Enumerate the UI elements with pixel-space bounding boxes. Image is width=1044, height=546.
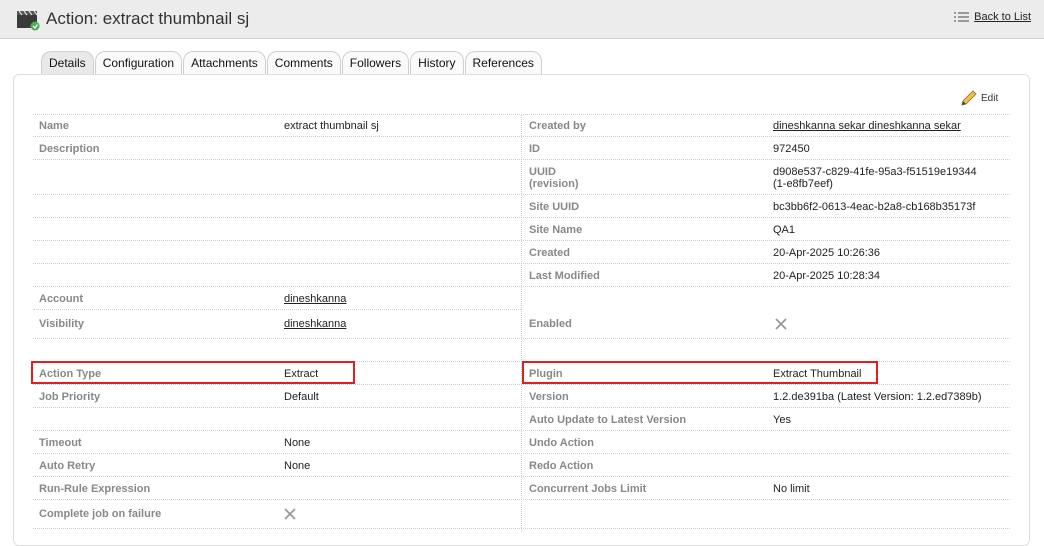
row-separator (33, 528, 1010, 529)
page-title: Action: extract thumbnail sj (46, 9, 250, 28)
auto-retry-value: None (284, 459, 311, 472)
name-label: Name (39, 119, 69, 132)
row-separator (33, 309, 521, 310)
tab-references[interactable]: References (464, 51, 542, 75)
run-rule-expression-label: Run-Rule Expression (39, 482, 151, 495)
concurrent-jobs-limit-value: No limit (773, 482, 810, 495)
undo-action-label: Undo Action (529, 436, 594, 449)
site-uuid-label: Site UUID (529, 200, 580, 213)
site-uuid-value: bc3bb6f2-0613-4eac-b2a8-cb168b35173f (773, 200, 976, 213)
edit-label[interactable]: Edit (981, 93, 998, 104)
version-label: Version (529, 390, 569, 403)
id-value: 972450 (773, 142, 810, 155)
last-modified-value: 20-Apr-2025 10:28:34 (773, 269, 881, 282)
timeout-value: None (284, 436, 311, 449)
tab-details[interactable]: Details (41, 51, 94, 75)
tab-comments[interactable]: Comments (266, 51, 341, 75)
x-mark-icon (775, 318, 787, 330)
tab-attachments[interactable]: Attachments (183, 51, 266, 75)
plugin-highlight (522, 361, 878, 384)
edit-button[interactable]: Edit (960, 89, 998, 107)
enabled-value (775, 310, 787, 338)
concurrent-jobs-limit-label: Concurrent Jobs Limit (529, 482, 647, 495)
account-label: Account (39, 292, 83, 305)
auto-retry-label: Auto Retry (39, 459, 96, 472)
title-bar: Action: extract thumbnail sj Back to Lis… (0, 0, 1044, 39)
account-link[interactable]: dineshkanna (284, 287, 346, 310)
created-by-label: Created by (529, 119, 586, 132)
version-value: 1.2.de391ba (Latest Version: 1.2.ed7389b… (773, 390, 982, 403)
uuid-value-line2: (1-e8fb7eef) (773, 177, 833, 190)
timeout-label: Timeout (39, 436, 82, 449)
visibility-link[interactable]: dineshkanna (284, 310, 346, 338)
uuid-label-line1: UUID (529, 165, 556, 178)
list-icon (954, 12, 970, 22)
uuid-value: d908e537-c829-41fe-95a3-f51519e19344 (1-… (773, 160, 977, 195)
auto-update-label: Auto Update to Latest Version (529, 413, 687, 426)
x-mark-icon (284, 508, 296, 520)
tab-bar: Details Configuration Attachments Commen… (41, 49, 543, 75)
visibility-label: Visibility (39, 318, 85, 330)
row-separator (33, 453, 1010, 454)
name-value: extract thumbnail sj (284, 119, 379, 132)
complete-job-on-failure-value (284, 500, 296, 528)
uuid-value-line1: d908e537-c829-41fe-95a3-f51519e19344 (773, 165, 977, 178)
column-divider (521, 114, 522, 532)
site-name-value: QA1 (773, 223, 796, 236)
row-separator (33, 499, 1010, 500)
uuid-label-line2: (revision) (529, 177, 579, 190)
back-to-list-link[interactable]: Back to List (954, 11, 1031, 23)
row-separator (33, 338, 1010, 339)
uuid-label: UUID (revision) (529, 160, 579, 195)
job-priority-value: Default (284, 390, 319, 403)
created-value: 20-Apr-2025 10:26:36 (773, 246, 881, 259)
pencil-icon (961, 90, 977, 106)
auto-update-value: Yes (773, 413, 791, 426)
action-type-highlight (31, 361, 355, 384)
enabled-label: Enabled (529, 318, 572, 330)
tab-configuration[interactable]: Configuration (94, 51, 183, 75)
row-separator (33, 430, 1010, 431)
back-to-list-label[interactable]: Back to List (974, 11, 1031, 23)
row-separator (33, 476, 1010, 477)
last-modified-label: Last Modified (529, 269, 600, 282)
complete-job-on-failure-label: Complete job on failure (39, 508, 162, 520)
description-label: Description (39, 142, 100, 155)
tab-followers[interactable]: Followers (341, 51, 410, 75)
site-name-label: Site Name (529, 223, 583, 236)
tab-history[interactable]: History (410, 51, 464, 75)
clapperboard-icon (17, 10, 40, 31)
created-label: Created (529, 246, 570, 259)
id-label: ID (529, 142, 540, 155)
created-by-link[interactable]: dineshkanna sekar dineshkanna sekar (773, 114, 961, 137)
redo-action-label: Redo Action (529, 459, 594, 472)
job-priority-label: Job Priority (39, 390, 101, 403)
